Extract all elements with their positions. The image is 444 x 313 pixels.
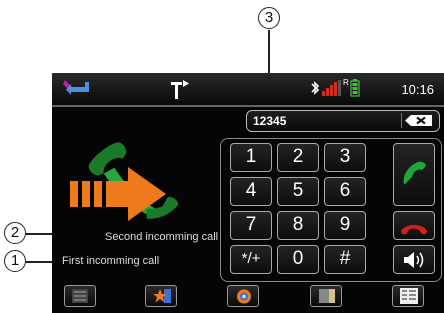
call-log-icon — [400, 288, 418, 309]
signal-strength-icon — [322, 80, 342, 96]
bluetooth-icon — [310, 80, 320, 96]
backspace-button[interactable] — [401, 113, 435, 128]
key-2[interactable]: 2 — [277, 143, 319, 172]
speaker-icon — [402, 250, 428, 278]
key-3[interactable]: 3 — [324, 143, 366, 172]
incoming-call-icon — [66, 133, 184, 243]
keypad: 1 2 3 4 5 6 7 8 9 */+ 0 # — [220, 138, 442, 282]
status-divider — [52, 105, 444, 107]
clock: 10:16 — [401, 82, 434, 97]
back-arrow-icon[interactable] — [61, 78, 91, 100]
key-9[interactable]: 9 — [324, 211, 366, 240]
status-bar: R 10:16 — [52, 73, 444, 105]
callout-1: 1 — [4, 250, 26, 272]
key-1[interactable]: 1 — [230, 143, 272, 172]
key-0[interactable]: 0 — [277, 245, 319, 274]
roaming-label: R — [343, 78, 349, 87]
call-list-button[interactable] — [64, 285, 96, 307]
settings-icon — [235, 288, 253, 310]
key-star-plus[interactable]: */+ — [230, 245, 272, 274]
callout-2: 2 — [4, 222, 26, 244]
volume-button[interactable] — [393, 245, 435, 274]
first-call-label: First incomming call — [62, 255, 160, 267]
phonebook-icon — [318, 288, 336, 309]
reject-call-icon — [399, 218, 429, 244]
callout-3: 3 — [258, 7, 280, 29]
key-8[interactable]: 8 — [277, 211, 319, 240]
accept-call-button[interactable] — [393, 143, 435, 206]
key-hash[interactable]: # — [324, 245, 366, 274]
key-4[interactable]: 4 — [230, 177, 272, 206]
number-display: 12345 — [246, 110, 440, 132]
dialed-number: 12345 — [253, 114, 287, 128]
phone-screen: R 10:16 Second incomming call First inco… — [52, 73, 444, 313]
settings-button[interactable] — [227, 285, 259, 307]
key-6[interactable]: 6 — [324, 177, 366, 206]
reject-call-button[interactable] — [393, 211, 435, 240]
accept-call-icon — [400, 158, 428, 196]
key-5[interactable]: 5 — [277, 177, 319, 206]
bottom-bar — [52, 285, 444, 313]
navigation-turn-icon[interactable] — [168, 79, 192, 101]
key-7[interactable]: 7 — [230, 211, 272, 240]
favorites-icon — [152, 288, 172, 309]
phonebook-button[interactable] — [310, 285, 342, 307]
battery-icon — [350, 79, 360, 97]
call-list-icon — [72, 289, 88, 308]
favorites-button[interactable] — [145, 285, 177, 307]
call-log-button[interactable] — [392, 285, 424, 307]
second-call-label: Second incomming call — [105, 231, 219, 243]
